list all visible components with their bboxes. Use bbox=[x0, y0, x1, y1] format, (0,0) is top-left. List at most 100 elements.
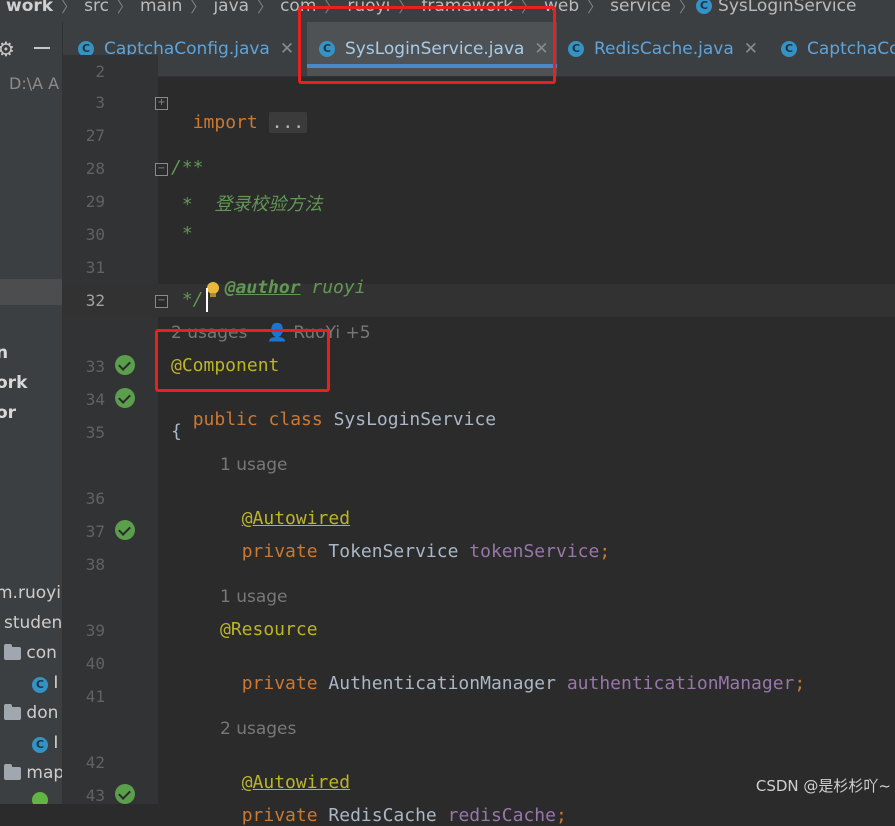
tree-item[interactable]: map bbox=[4, 763, 62, 783]
line-number: 34 bbox=[85, 390, 105, 409]
tab-label: RedisCache.java bbox=[594, 39, 734, 59]
gear-icon[interactable]: ⚙ bbox=[0, 37, 15, 61]
folder-icon bbox=[4, 763, 21, 780]
tree-item[interactable]: studen bbox=[4, 613, 62, 633]
autowired-navigate-icon[interactable] bbox=[115, 520, 135, 540]
class-icon: C bbox=[32, 737, 48, 753]
doc-text: ruoyi bbox=[300, 277, 366, 298]
line-number: 33 bbox=[85, 357, 105, 376]
keyword: import bbox=[192, 112, 258, 133]
code-line[interactable]: @Resource bbox=[220, 619, 318, 640]
chevron-right-icon: 〉 bbox=[257, 0, 273, 16]
keyword: private bbox=[241, 673, 329, 694]
code-line[interactable]: import ... bbox=[171, 91, 308, 133]
tree-item[interactable]: m.ruoyi bbox=[0, 583, 61, 603]
line-number: 38 bbox=[85, 555, 105, 574]
tree-item[interactable]: ork bbox=[0, 373, 27, 393]
tree-item[interactable]: C I bbox=[32, 733, 58, 753]
breadcrumb-item[interactable]: service bbox=[604, 0, 677, 16]
text-caret bbox=[206, 288, 208, 312]
fold-expand-icon[interactable]: + bbox=[155, 97, 168, 110]
tree-item-label: con bbox=[26, 643, 57, 663]
breadcrumb-item[interactable]: work bbox=[0, 0, 59, 16]
lightbulb-icon[interactable] bbox=[206, 282, 219, 297]
line-number: 43 bbox=[85, 786, 105, 805]
fold-collapse-icon[interactable]: − bbox=[155, 163, 168, 176]
line-number: 41 bbox=[85, 687, 105, 706]
project-panel: ⚙ D:\A A n ork or m.ruoyi studen con C I… bbox=[0, 22, 63, 804]
folder-icon bbox=[4, 643, 21, 660]
code-line[interactable]: @author ruoyi bbox=[185, 256, 366, 298]
selected-tree-row[interactable] bbox=[0, 279, 62, 305]
doc-tag: @author bbox=[224, 277, 301, 298]
usages-hint[interactable]: 1 usage bbox=[220, 587, 288, 607]
chevron-right-icon: 〉 bbox=[116, 0, 132, 16]
type-name: RedisCache bbox=[328, 805, 448, 826]
line-number: 36 bbox=[85, 489, 105, 508]
keyword: private bbox=[241, 805, 329, 826]
line-number: 30 bbox=[85, 225, 105, 244]
line-number: 39 bbox=[85, 621, 105, 640]
chevron-right-icon: 〉 bbox=[587, 0, 603, 16]
tree-item[interactable]: or bbox=[0, 403, 16, 423]
code-line[interactable]: * bbox=[171, 223, 193, 244]
semicolon: ; bbox=[555, 805, 567, 826]
line-number: 29 bbox=[85, 192, 105, 211]
chevron-right-icon: 〉 bbox=[679, 0, 695, 16]
tree-item[interactable] bbox=[32, 792, 48, 804]
line-number: 31 bbox=[85, 258, 105, 277]
project-path: D:\A A bbox=[9, 74, 60, 93]
folded-imports[interactable]: ... bbox=[268, 112, 308, 133]
autowired-navigate-icon[interactable] bbox=[115, 784, 135, 804]
class-icon: C bbox=[568, 41, 584, 57]
collapse-icon[interactable] bbox=[34, 47, 50, 49]
close-icon[interactable]: ✕ bbox=[744, 39, 758, 59]
spring-bean-icon[interactable] bbox=[115, 388, 135, 408]
code-line[interactable]: private RedisCache redisCache; bbox=[220, 784, 567, 826]
breadcrumb-item[interactable]: src bbox=[78, 0, 115, 16]
chevron-right-icon: 〉 bbox=[61, 0, 77, 16]
breadcrumb-file[interactable]: SysLoginService bbox=[712, 0, 862, 16]
type-name: AuthenticationManager bbox=[328, 673, 567, 694]
usages-hint[interactable]: 1 usage bbox=[220, 455, 288, 475]
tab-captchaco[interactable]: C CaptchaCo bbox=[781, 22, 895, 76]
field-name: redisCache bbox=[447, 805, 556, 826]
code-line[interactable]: private AuthenticationManager authentica… bbox=[220, 652, 806, 694]
fold-collapse-icon[interactable]: − bbox=[155, 295, 168, 308]
breadcrumb-item[interactable]: java bbox=[207, 0, 255, 16]
folder-icon bbox=[4, 703, 21, 720]
semicolon: ; bbox=[599, 541, 611, 562]
spring-bean-icon[interactable] bbox=[115, 355, 135, 375]
code-line[interactable]: * 登录校验方法 bbox=[171, 190, 323, 216]
watermark: CSDN @是杉杉吖~ bbox=[755, 777, 891, 795]
breadcrumb-item[interactable]: main bbox=[134, 0, 188, 16]
chevron-right-icon: 〉 bbox=[190, 0, 206, 16]
code-line[interactable]: /** bbox=[171, 157, 204, 178]
tree-item[interactable]: C I bbox=[32, 673, 58, 693]
close-icon[interactable]: ✕ bbox=[280, 39, 294, 59]
line-number: 40 bbox=[85, 654, 105, 673]
tree-item-label: I bbox=[53, 733, 59, 753]
line-number: 27 bbox=[85, 126, 105, 145]
type-name: TokenService bbox=[328, 541, 470, 562]
line-number: 37 bbox=[85, 522, 105, 541]
tree-item[interactable]: n bbox=[0, 343, 8, 363]
tree-item-label: I bbox=[53, 673, 59, 693]
usages-hint[interactable]: 2 usages bbox=[220, 719, 296, 739]
line-number: 3 bbox=[95, 93, 105, 112]
keyword: private bbox=[241, 541, 329, 562]
tree-item-label: don bbox=[26, 703, 59, 723]
tree-item[interactable]: con bbox=[4, 643, 57, 663]
class-icon: C bbox=[696, 0, 713, 14]
code-line[interactable]: { bbox=[171, 421, 182, 442]
field-name: authenticationManager bbox=[566, 673, 795, 694]
code-line[interactable]: */ bbox=[171, 289, 204, 310]
code-line[interactable]: private TokenService tokenService; bbox=[220, 520, 610, 562]
tree-item[interactable]: don bbox=[4, 703, 58, 723]
highlight-box-component bbox=[155, 329, 330, 392]
keyword: public class bbox=[192, 409, 334, 430]
code-line[interactable]: public class SysLoginService bbox=[171, 388, 496, 430]
line-number: 2 bbox=[95, 62, 105, 81]
line-number: 35 bbox=[85, 423, 105, 442]
tab-rediscache[interactable]: C RedisCache.java ✕ bbox=[568, 22, 758, 76]
